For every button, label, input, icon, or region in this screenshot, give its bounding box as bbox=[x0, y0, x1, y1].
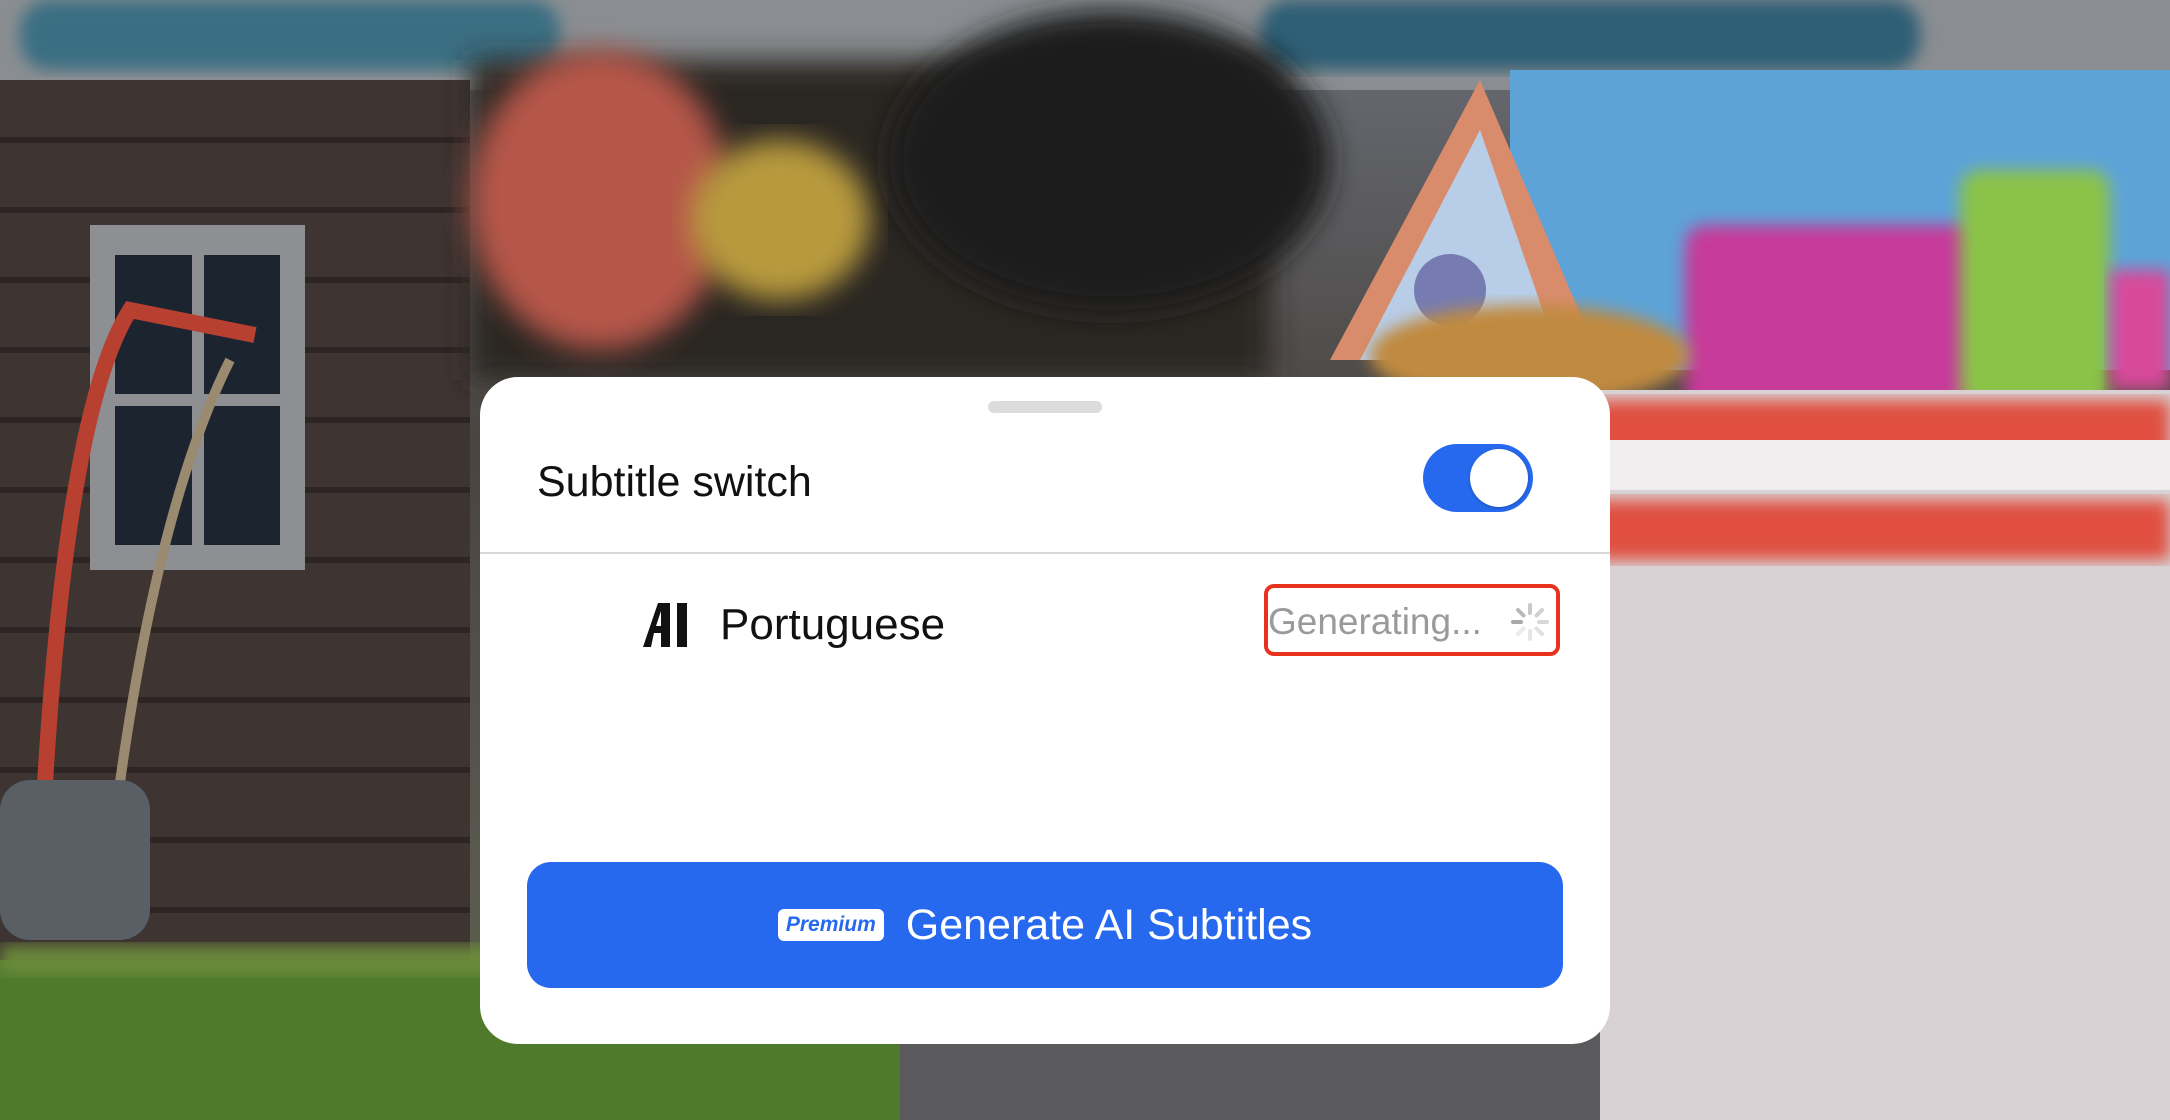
ai-icon bbox=[643, 603, 687, 647]
divider bbox=[480, 552, 1610, 554]
premium-badge: Premium bbox=[777, 909, 884, 941]
generating-status-text: Generating... bbox=[1268, 601, 1482, 642]
language-row-portuguese[interactable]: Portuguese Generating... bbox=[480, 577, 1610, 677]
subtitle-bottom-sheet: Subtitle switch Portuguese Generating... bbox=[480, 377, 1610, 1044]
generating-status-highlight: Generating... bbox=[1264, 584, 1560, 656]
subtitle-switch-label: Subtitle switch bbox=[537, 458, 812, 506]
loading-spinner-icon bbox=[1511, 603, 1549, 641]
generate-button-label: Generate AI Subtitles bbox=[905, 901, 1313, 949]
generate-ai-subtitles-button[interactable]: Premium Generate AI Subtitles bbox=[527, 862, 1563, 988]
language-label: Portuguese bbox=[720, 600, 946, 649]
subtitle-toggle[interactable] bbox=[1423, 444, 1533, 512]
sheet-grabber-handle[interactable] bbox=[988, 401, 1102, 413]
toggle-knob bbox=[1470, 449, 1528, 507]
subtitle-switch-row: Subtitle switch bbox=[480, 427, 1610, 531]
